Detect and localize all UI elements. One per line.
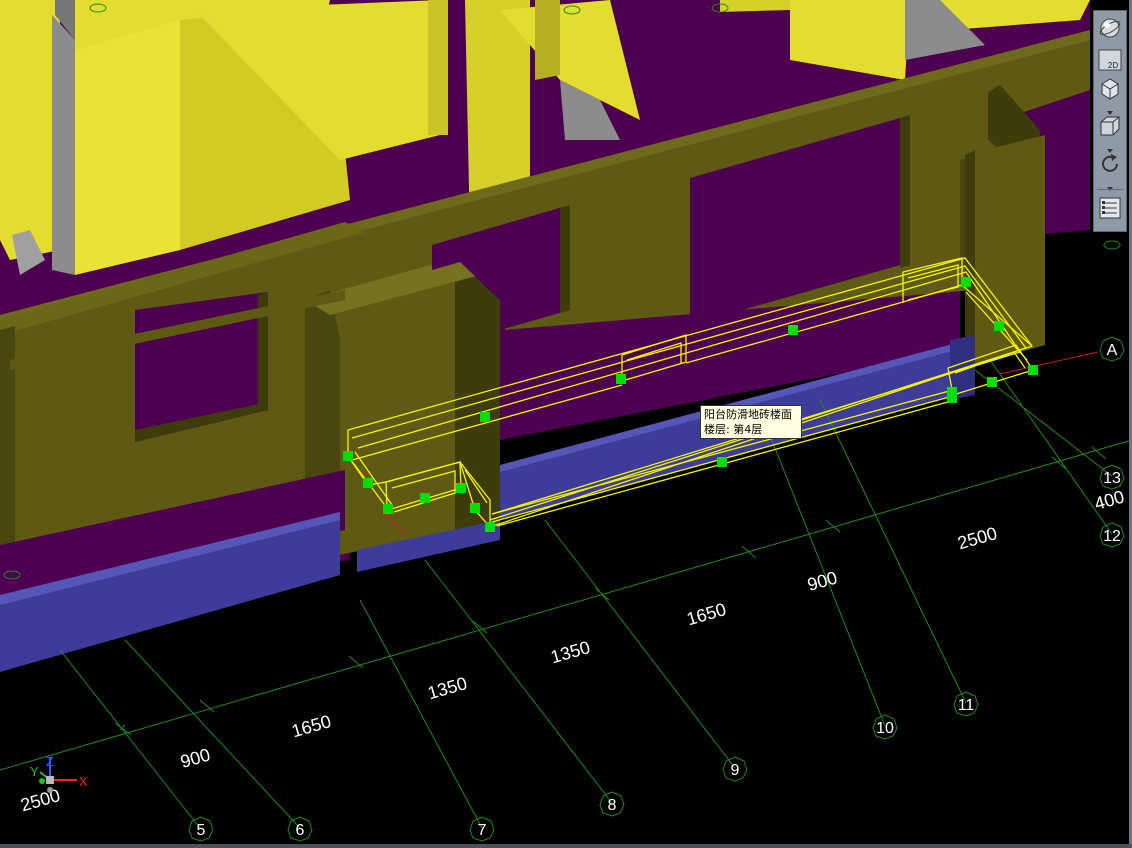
grip bbox=[420, 493, 430, 503]
chevron-down-icon[interactable] bbox=[1105, 179, 1115, 191]
rotate-icon[interactable] bbox=[1097, 151, 1123, 177]
grip bbox=[994, 321, 1004, 331]
svg-text:Y: Y bbox=[30, 764, 39, 779]
svg-text:10: 10 bbox=[876, 720, 894, 737]
chevron-down-icon[interactable] bbox=[1105, 103, 1115, 115]
svg-text:X: X bbox=[79, 774, 88, 789]
viewport-bottom-border bbox=[0, 844, 1132, 848]
cube-view-icon[interactable] bbox=[1097, 113, 1123, 139]
orbit-icon[interactable] bbox=[1097, 15, 1123, 41]
svg-text:Z: Z bbox=[46, 754, 54, 769]
grip bbox=[363, 478, 373, 488]
grip bbox=[456, 483, 466, 493]
svg-text:5: 5 bbox=[197, 822, 206, 839]
grip bbox=[343, 451, 353, 461]
model-viewport[interactable]: 5 6 7 8 9 10 11 12 13 A 2500 900 1650 13… bbox=[0, 0, 1132, 848]
svg-text:7: 7 bbox=[478, 822, 487, 839]
svg-text:13: 13 bbox=[1103, 470, 1121, 487]
svg-text:8: 8 bbox=[608, 797, 617, 814]
svg-text:12: 12 bbox=[1103, 528, 1121, 545]
grip bbox=[470, 503, 480, 513]
svg-text:6: 6 bbox=[296, 822, 305, 839]
svg-text:11: 11 bbox=[958, 697, 975, 714]
properties-icon[interactable] bbox=[1097, 195, 1123, 221]
grip bbox=[480, 412, 490, 422]
tooltip-floor: 楼层: 第4层 bbox=[704, 423, 763, 436]
grip bbox=[717, 457, 727, 467]
grip bbox=[485, 522, 495, 532]
grip bbox=[961, 277, 971, 287]
2d-view-icon[interactable]: 2D bbox=[1097, 47, 1123, 73]
grip bbox=[788, 325, 798, 335]
svg-text:A: A bbox=[1107, 342, 1118, 359]
grip bbox=[383, 504, 393, 514]
3d-scene[interactable]: 5 6 7 8 9 10 11 12 13 A 2500 900 1650 13… bbox=[0, 0, 1132, 848]
toolbar-divider bbox=[1097, 189, 1123, 190]
grip bbox=[947, 393, 957, 403]
svg-text:2D: 2D bbox=[1108, 61, 1118, 70]
svg-text:9: 9 bbox=[731, 762, 740, 779]
tooltip-title: 阳台防滑地砖楼面 bbox=[704, 408, 792, 421]
grip bbox=[987, 377, 997, 387]
element-tooltip: 阳台防滑地砖楼面 楼层: 第4层 bbox=[700, 405, 802, 439]
grip bbox=[616, 374, 626, 384]
iso-view-icon[interactable] bbox=[1097, 75, 1123, 101]
grip bbox=[1028, 365, 1038, 375]
chevron-down-icon[interactable] bbox=[1105, 141, 1115, 153]
view-toolbar: 2D bbox=[1093, 10, 1127, 232]
